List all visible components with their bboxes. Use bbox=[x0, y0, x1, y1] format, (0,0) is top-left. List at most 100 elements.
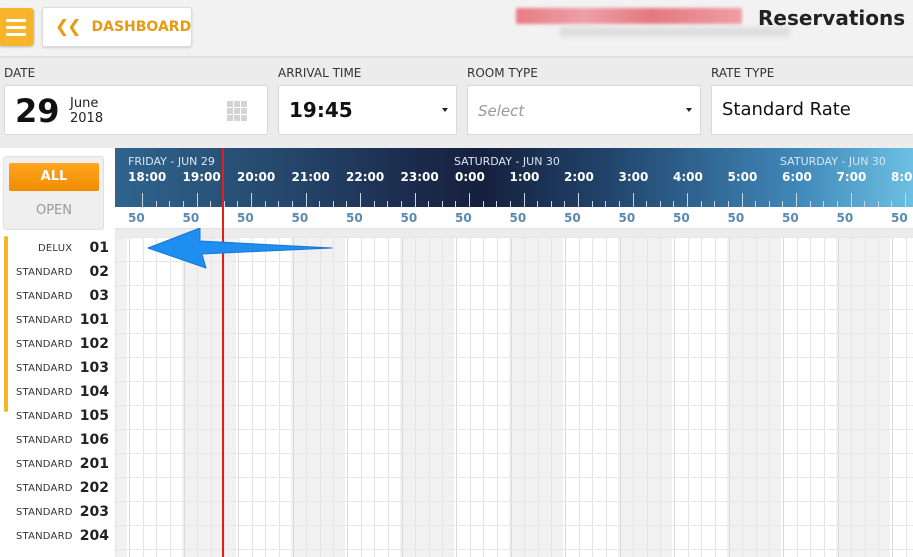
day-label: SATURDAY - JUN 30 bbox=[454, 155, 560, 168]
time-tick bbox=[414, 193, 416, 207]
room-row[interactable]: STANDARD 203 bbox=[0, 501, 115, 525]
blue-arrow-left-icon bbox=[147, 228, 333, 269]
hour-label: 5:00 bbox=[727, 170, 758, 184]
hour-label: 19:00 bbox=[182, 170, 221, 184]
grid-hline bbox=[115, 477, 913, 478]
room-row[interactable]: STANDARD 201 bbox=[0, 453, 115, 477]
time-tick bbox=[850, 193, 852, 207]
time-tick bbox=[632, 193, 634, 207]
availability-count: 50 bbox=[237, 211, 254, 225]
double-chevron-left-icon: ❮❮ bbox=[55, 17, 81, 37]
arrival-time-label: ARRIVAL TIME bbox=[278, 66, 362, 80]
room-row[interactable]: DELUX 01 bbox=[0, 237, 115, 261]
room-number: 02 bbox=[89, 264, 109, 280]
hour-label: 8:00 bbox=[891, 170, 913, 184]
room-row[interactable]: STANDARD 106 bbox=[0, 429, 115, 453]
hour-label: 20:00 bbox=[237, 170, 276, 184]
room-type: STANDARD bbox=[16, 363, 73, 374]
day-label: SATURDAY - JUN 30 bbox=[780, 155, 886, 168]
rate-type-value: Standard Rate bbox=[722, 99, 851, 120]
room-row[interactable]: STANDARD 102 bbox=[0, 333, 115, 357]
top-bar: ❮❮ DASHBOARD Reservations bbox=[0, 0, 913, 58]
room-number: 203 bbox=[79, 504, 109, 520]
room-type: STANDARD bbox=[16, 459, 73, 470]
caret-down-icon bbox=[442, 108, 448, 112]
room-number: 01 bbox=[89, 240, 109, 256]
calendar-grid-icon[interactable] bbox=[227, 101, 247, 121]
room-type: STANDARD bbox=[16, 531, 73, 542]
availability-count: 50 bbox=[182, 211, 200, 225]
tab-all[interactable]: ALL bbox=[9, 163, 99, 191]
arrival-time-select[interactable]: 19:45 bbox=[278, 85, 457, 135]
room-type: STANDARD bbox=[16, 291, 73, 302]
room-number: 102 bbox=[79, 336, 109, 352]
date-picker[interactable]: 29 June 2018 bbox=[4, 85, 268, 135]
room-number: 03 bbox=[89, 288, 109, 304]
rate-type-select[interactable]: Standard Rate bbox=[711, 85, 913, 135]
room-type-select[interactable]: Select bbox=[467, 85, 701, 135]
current-time-line bbox=[222, 148, 224, 557]
availability-count: 50 bbox=[128, 211, 145, 225]
time-header[interactable]: FRIDAY - JUN 29 SATURDAY - JUN 30 SATURDAY… bbox=[115, 148, 913, 207]
redacted-hotel-name bbox=[516, 8, 742, 24]
availability-count: 50 bbox=[782, 211, 799, 225]
room-row[interactable]: STANDARD 03 bbox=[0, 285, 115, 309]
room-row[interactable]: STANDARD 103 bbox=[0, 357, 115, 381]
timeline: FRIDAY - JUN 29 SATURDAY - JUN 30 SATURDAY… bbox=[115, 148, 913, 557]
time-tick bbox=[305, 193, 307, 207]
date-month: June bbox=[70, 96, 99, 111]
availability-count: 50 bbox=[346, 211, 363, 225]
hour-label: 21:00 bbox=[291, 170, 330, 184]
room-type: STANDARD bbox=[16, 387, 73, 398]
grid-hline bbox=[115, 405, 913, 406]
hour-label: 18:00 bbox=[128, 170, 167, 184]
booking-grid[interactable] bbox=[115, 237, 913, 557]
dashboard-button[interactable]: ❮❮ DASHBOARD bbox=[42, 7, 192, 47]
hamburger-menu-icon-bar bbox=[6, 26, 26, 29]
room-number: 202 bbox=[79, 480, 109, 496]
grid-hline bbox=[115, 285, 913, 286]
availability-count: 50 bbox=[891, 211, 908, 225]
redacted-subtitle bbox=[560, 27, 790, 37]
room-number: 201 bbox=[79, 456, 109, 472]
page-title: Reservations bbox=[758, 6, 906, 30]
hour-label: 22:00 bbox=[346, 170, 385, 184]
room-row[interactable]: STANDARD 202 bbox=[0, 477, 115, 501]
room-number: 105 bbox=[79, 408, 109, 424]
time-tick bbox=[796, 193, 797, 207]
grid-hline bbox=[115, 309, 913, 310]
hour-label: 7:00 bbox=[836, 170, 867, 184]
date-year: 2018 bbox=[70, 111, 104, 126]
time-tick bbox=[251, 193, 252, 207]
room-row[interactable]: STANDARD 105 bbox=[0, 405, 115, 429]
room-number: 106 bbox=[79, 432, 109, 448]
room-row[interactable]: STANDARD 02 bbox=[0, 261, 115, 285]
room-type: STANDARD bbox=[16, 483, 73, 494]
grid-hline bbox=[115, 333, 913, 334]
room-type: STANDARD bbox=[16, 315, 73, 326]
time-tick bbox=[578, 193, 579, 207]
room-type-placeholder: Select bbox=[478, 102, 525, 120]
availability-count: 50 bbox=[727, 211, 745, 225]
time-tick bbox=[196, 193, 198, 207]
availability-count: 50 bbox=[291, 211, 309, 225]
hour-label: 4:00 bbox=[673, 170, 703, 184]
tab-open[interactable]: OPEN bbox=[9, 199, 99, 223]
availability-count: 50 bbox=[618, 211, 636, 225]
room-row[interactable]: STANDARD 104 bbox=[0, 381, 115, 405]
hamburger-menu-icon bbox=[6, 19, 26, 22]
hamburger-menu-button[interactable] bbox=[0, 8, 34, 46]
room-type: STANDARD bbox=[16, 411, 73, 422]
room-number: 104 bbox=[79, 384, 109, 400]
caret-down-icon bbox=[686, 108, 692, 112]
time-tick bbox=[360, 193, 361, 207]
time-tick bbox=[687, 193, 688, 207]
room-row[interactable]: STANDARD 101 bbox=[0, 309, 115, 333]
availability-count: 50 bbox=[455, 211, 472, 225]
rate-type-label: RATE TYPE bbox=[711, 66, 775, 80]
room-type: STANDARD bbox=[16, 507, 73, 518]
availability-count: 50 bbox=[509, 211, 527, 225]
availability-count: 50 bbox=[564, 211, 581, 225]
room-row[interactable]: STANDARD 204 bbox=[0, 525, 115, 549]
time-tick bbox=[469, 193, 470, 207]
